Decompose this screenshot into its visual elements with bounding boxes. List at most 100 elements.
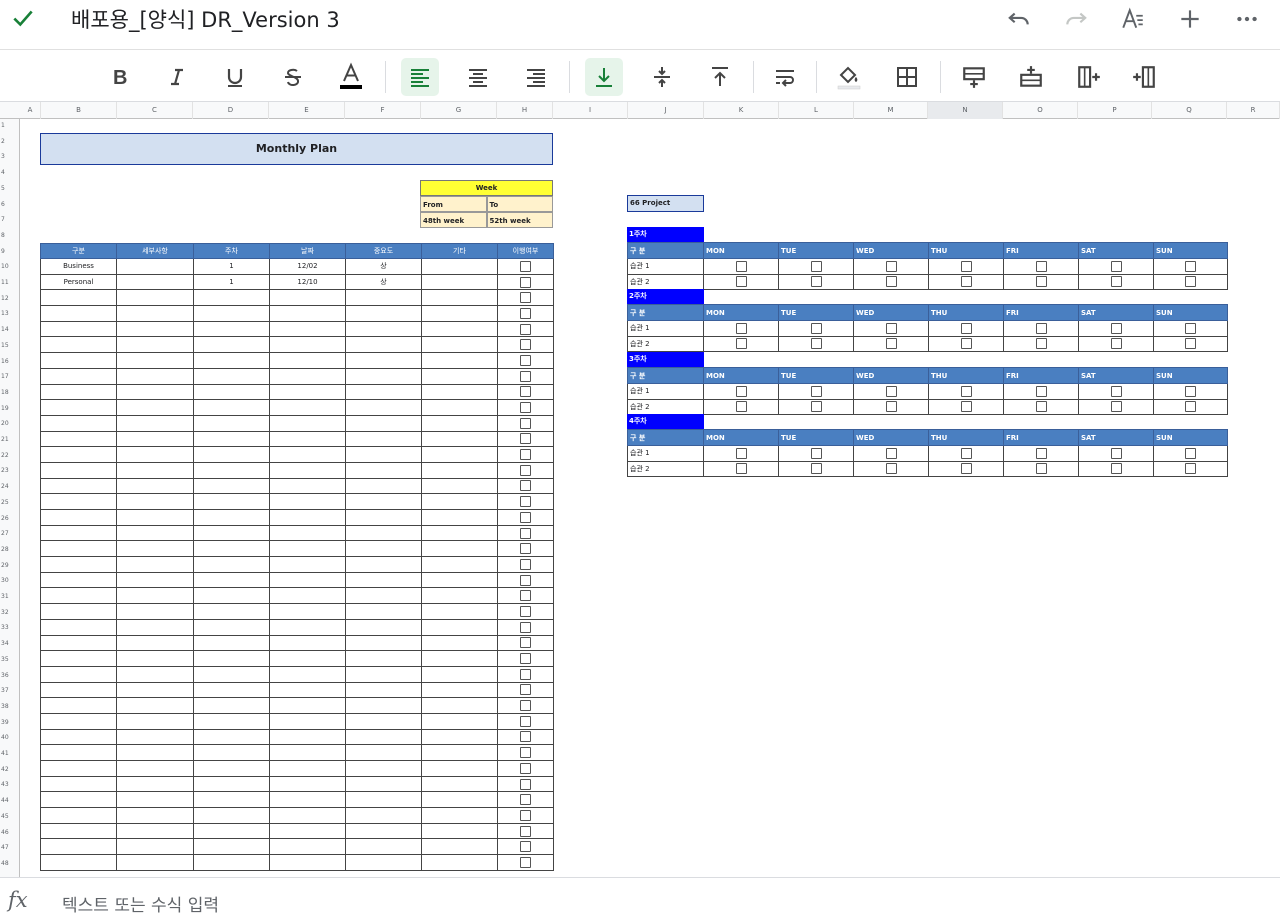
checkbox[interactable]: [520, 339, 531, 351]
plan-cell-cat[interactable]: [40, 399, 117, 416]
column-header-m[interactable]: M: [854, 102, 928, 119]
row-header-16[interactable]: 16: [0, 358, 20, 365]
plan-cell-date[interactable]: [269, 650, 346, 667]
checkbox[interactable]: [960, 276, 972, 288]
plan-cell-detail[interactable]: [116, 665, 194, 683]
plan-cell-cat[interactable]: [40, 493, 117, 510]
column-header-k[interactable]: K: [704, 102, 779, 119]
checkbox[interactable]: [520, 307, 531, 319]
day-header[interactable]: WED: [853, 242, 929, 259]
plan-cell-priority[interactable]: [345, 305, 422, 322]
plan-cell-week[interactable]: [193, 446, 270, 463]
day-header[interactable]: SAT: [1078, 304, 1154, 321]
checkbox[interactable]: [885, 385, 897, 397]
row-header-37[interactable]: 37: [0, 687, 20, 694]
checkbox[interactable]: [1110, 385, 1122, 397]
checkbox[interactable]: [1185, 338, 1196, 350]
habit-label[interactable]: 습관 2: [627, 460, 704, 477]
row-header-34[interactable]: 34: [0, 640, 20, 647]
column-header-d[interactable]: D: [193, 102, 269, 119]
checkbox[interactable]: [960, 463, 972, 475]
day-header[interactable]: TUE: [778, 304, 854, 321]
to-label[interactable]: To: [486, 196, 553, 212]
checkbox[interactable]: [885, 447, 897, 459]
checkbox[interactable]: [520, 856, 531, 868]
plan-cell-cat[interactable]: [40, 446, 117, 463]
day-header[interactable]: THU: [928, 304, 1004, 321]
day-header[interactable]: THU: [928, 367, 1004, 384]
checkbox[interactable]: [1185, 447, 1196, 459]
row-header-23[interactable]: 23: [0, 467, 20, 474]
plan-cell-date[interactable]: [269, 822, 346, 840]
valign-bottom-icon[interactable]: [585, 58, 623, 96]
checkbox[interactable]: [810, 447, 822, 459]
redo-icon[interactable]: [1061, 4, 1091, 34]
habit-week-label[interactable]: 4주차: [627, 414, 704, 429]
plan-cell-date[interactable]: [269, 336, 346, 354]
plan-cell-etc[interactable]: [421, 383, 498, 401]
plan-cell-cat[interactable]: [40, 791, 117, 809]
plan-cell-priority[interactable]: [345, 822, 422, 840]
plan-cell-detail[interactable]: [116, 618, 194, 636]
row-header-32[interactable]: 32: [0, 609, 20, 616]
checkbox[interactable]: [960, 338, 972, 350]
plan-cell-week[interactable]: [193, 524, 270, 542]
column-header-q[interactable]: Q: [1152, 102, 1227, 119]
checkbox[interactable]: [520, 558, 531, 570]
habit-week-label[interactable]: 3주차: [627, 352, 704, 367]
checkbox[interactable]: [1035, 276, 1047, 288]
checkbox[interactable]: [885, 463, 897, 475]
plan-header-cell[interactable]: 중요도: [345, 243, 422, 259]
plan-cell-cat[interactable]: [40, 383, 117, 401]
plan-header-cell[interactable]: 주차: [193, 243, 270, 259]
plan-cell-priority[interactable]: [345, 744, 422, 761]
checkbox[interactable]: [520, 637, 531, 649]
plan-cell-cat[interactable]: [40, 414, 117, 432]
day-header[interactable]: MON: [703, 429, 779, 446]
day-header[interactable]: FRI: [1003, 429, 1079, 446]
plan-cell-cat[interactable]: [40, 650, 117, 667]
plan-header-cell[interactable]: 기타: [421, 243, 498, 259]
column-header-f[interactable]: F: [345, 102, 421, 119]
row-header-11[interactable]: 11: [0, 279, 20, 286]
plan-cell-detail[interactable]: [116, 446, 194, 463]
plan-cell-priority[interactable]: [345, 838, 422, 856]
checkbox[interactable]: [735, 260, 747, 272]
checkbox[interactable]: [1185, 385, 1196, 397]
plan-cell-priority[interactable]: [345, 336, 422, 354]
plan-cell-etc[interactable]: [421, 524, 498, 542]
row-header-43[interactable]: 43: [0, 781, 20, 788]
plan-cell-etc[interactable]: [421, 540, 498, 558]
checkbox[interactable]: [520, 668, 531, 680]
plan-cell-etc[interactable]: [421, 603, 498, 620]
plan-cell-week[interactable]: [193, 822, 270, 840]
row-header-45[interactable]: 45: [0, 813, 20, 820]
habit-week-label[interactable]: 2주차: [627, 289, 704, 304]
column-header-l[interactable]: L: [779, 102, 854, 119]
row-header-10[interactable]: 10: [0, 263, 20, 270]
plan-cell-etc[interactable]: [421, 854, 498, 871]
row-header-5[interactable]: 5: [0, 185, 20, 192]
plan-cell-priority[interactable]: [345, 760, 422, 777]
plan-cell-detail[interactable]: [116, 822, 194, 840]
checkbox[interactable]: [960, 385, 972, 397]
plan-cell-date[interactable]: [269, 665, 346, 683]
habit-header-label[interactable]: 구 분: [627, 367, 704, 384]
plan-cell-week[interactable]: 1: [193, 273, 270, 291]
day-header[interactable]: MON: [703, 304, 779, 321]
plan-cell-priority[interactable]: [345, 650, 422, 667]
plan-cell-detail[interactable]: [116, 258, 194, 275]
checkbox[interactable]: [520, 794, 531, 806]
checkbox[interactable]: [1185, 401, 1196, 413]
day-header[interactable]: FRI: [1003, 304, 1079, 321]
plan-cell-week[interactable]: [193, 618, 270, 636]
day-header[interactable]: SUN: [1153, 367, 1228, 384]
plan-cell-date[interactable]: [269, 556, 346, 573]
plan-cell-detail[interactable]: [116, 775, 194, 793]
plan-cell-date[interactable]: [269, 305, 346, 322]
plan-cell-priority[interactable]: [345, 556, 422, 573]
day-header[interactable]: SUN: [1153, 242, 1228, 259]
plan-cell-date[interactable]: [269, 634, 346, 652]
plan-cell-etc[interactable]: [421, 760, 498, 777]
habit-header-label[interactable]: 구 분: [627, 304, 704, 321]
